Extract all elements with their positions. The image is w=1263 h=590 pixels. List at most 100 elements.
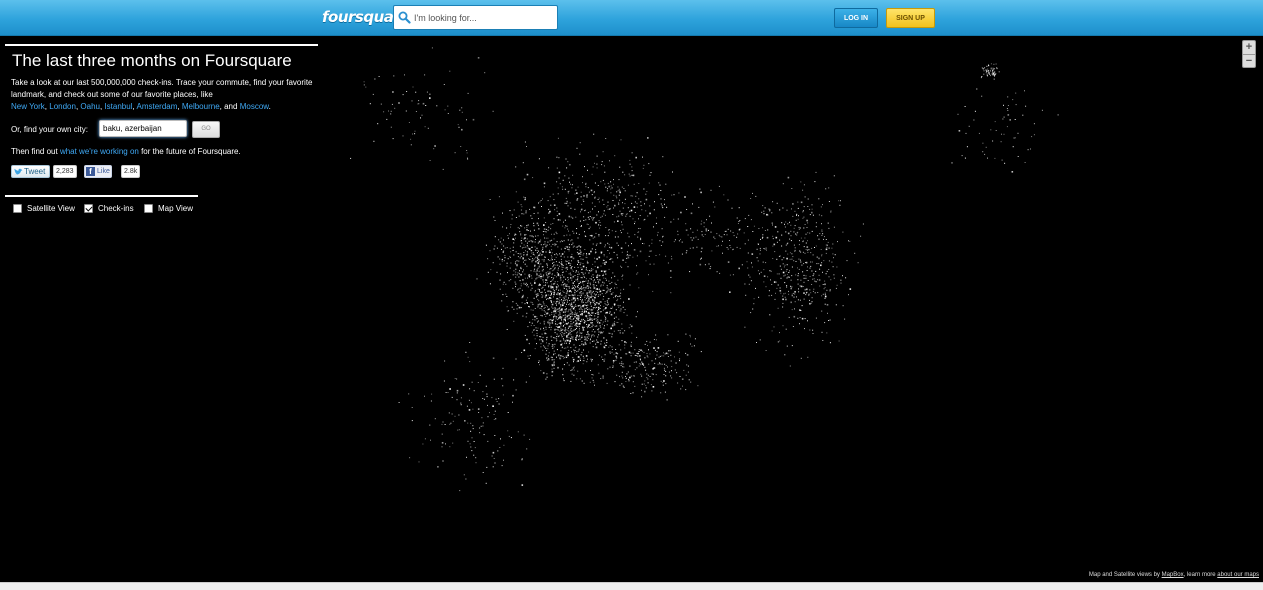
- checkin-dot: [592, 208, 593, 210]
- checkins-map[interactable]: [0, 36, 1263, 581]
- checkin-dot: [571, 369, 573, 371]
- checkin-dot: [503, 239, 504, 241]
- checkin-dot: [800, 310, 802, 311]
- checkin-dot: [513, 254, 515, 256]
- satellite-view-checkbox[interactable]: [13, 204, 22, 213]
- checkin-dot: [619, 295, 621, 297]
- checkin-dot: [540, 244, 542, 246]
- checkin-dot: [677, 230, 679, 232]
- checkin-dot: [600, 301, 602, 303]
- zoom-out-button[interactable]: −: [1243, 55, 1255, 68]
- signup-button[interactable]: SIGN UP: [886, 8, 935, 28]
- checkin-dot: [582, 254, 584, 256]
- checkin-dot: [574, 351, 576, 353]
- checkin-dot: [822, 284, 824, 285]
- checkin-dot: [642, 167, 644, 169]
- go-button[interactable]: GO: [192, 121, 220, 138]
- checkin-dot: [779, 239, 781, 241]
- checkin-dot: [554, 281, 556, 283]
- checkin-dot: [745, 294, 747, 296]
- checkin-dot: [546, 350, 548, 352]
- checkin-dot: [709, 215, 711, 217]
- checkin-dot: [482, 425, 484, 427]
- checkin-dot: [548, 260, 550, 261]
- checkin-dot: [567, 289, 569, 291]
- checkin-dot: [549, 314, 551, 316]
- checkin-dot: [573, 288, 575, 290]
- checkin-dot: [652, 290, 654, 292]
- checkin-dot: [782, 263, 784, 265]
- tweet-button[interactable]: Tweet: [11, 165, 50, 178]
- checkin-dot: [783, 293, 785, 295]
- city-link-oahu[interactable]: Oahu: [80, 102, 100, 111]
- checkin-dot: [595, 288, 597, 290]
- checkin-dot: [704, 264, 706, 266]
- checkin-dot: [798, 258, 800, 260]
- checkin-dot: [418, 461, 420, 463]
- checkin-dot: [525, 282, 527, 284]
- checkin-dot: [642, 243, 643, 244]
- search-box[interactable]: [393, 5, 558, 30]
- checkin-dot: [835, 287, 837, 289]
- checkin-dot: [529, 235, 531, 237]
- checkin-dot: [584, 235, 586, 237]
- checkin-dot: [958, 130, 961, 132]
- checkin-dot: [519, 245, 521, 247]
- city-link-melbourne[interactable]: Melbourne: [182, 102, 220, 111]
- checkin-dot: [544, 311, 546, 313]
- checkin-dot: [634, 223, 635, 225]
- map-view-checkbox[interactable]: [144, 204, 153, 213]
- checkin-dot: [570, 321, 572, 322]
- about-maps-link[interactable]: about our maps: [1217, 572, 1259, 578]
- checkin-dot: [566, 202, 568, 204]
- city-link-new-york[interactable]: New York: [11, 102, 45, 111]
- checkin-dot: [526, 173, 529, 176]
- checkin-dot: [604, 342, 606, 344]
- checkin-dot: [547, 348, 549, 350]
- city-link-amsterdam[interactable]: Amsterdam: [136, 102, 177, 111]
- checkin-dot: [553, 238, 555, 240]
- login-button[interactable]: LOG IN: [834, 8, 878, 28]
- checkin-dot: [620, 363, 622, 365]
- checkin-dot: [663, 355, 665, 357]
- city-input[interactable]: [99, 120, 187, 137]
- checkin-dot: [613, 251, 615, 253]
- city-link-moscow[interactable]: Moscow: [240, 102, 269, 111]
- checkin-dot: [787, 176, 790, 179]
- checkin-dot: [548, 208, 550, 210]
- checkin-dot: [565, 260, 567, 262]
- checkin-dot: [685, 223, 687, 225]
- checkin-dot: [661, 363, 663, 365]
- checkin-dot: [598, 313, 600, 315]
- checkin-dot: [786, 273, 788, 275]
- checkin-dot: [815, 171, 817, 173]
- checkin-dot: [829, 342, 831, 344]
- checkin-dot: [560, 304, 562, 306]
- checkin-dot: [576, 378, 578, 380]
- check-ins-checkbox[interactable]: [84, 204, 93, 213]
- checkin-dot: [545, 251, 547, 253]
- checkin-dot: [763, 281, 765, 283]
- city-link-london[interactable]: London: [49, 102, 76, 111]
- facebook-like-button[interactable]: f Like: [84, 165, 112, 178]
- checkin-dot: [647, 215, 649, 217]
- checkin-dot: [811, 261, 813, 263]
- checkin-dot: [788, 290, 789, 292]
- search-input[interactable]: [414, 9, 552, 26]
- checkin-dot: [772, 245, 774, 247]
- checkin-dot: [630, 345, 632, 347]
- checkin-dot: [557, 193, 559, 195]
- checkin-dot: [738, 221, 740, 222]
- checkin-dot: [567, 228, 569, 230]
- mapbox-link[interactable]: MapBox: [1162, 572, 1184, 578]
- checkin-dot: [575, 323, 577, 325]
- checkin-dot: [790, 240, 792, 242]
- checkin-dot: [512, 249, 514, 251]
- city-link-istanbul[interactable]: Istanbul: [104, 102, 132, 111]
- checkin-dot: [577, 280, 579, 282]
- zoom-in-button[interactable]: +: [1243, 41, 1255, 54]
- checkin-dot: [551, 319, 554, 322]
- checkin-dot: [506, 262, 508, 264]
- checkin-dot: [833, 175, 835, 177]
- working-on-link[interactable]: what we're working on: [60, 147, 139, 156]
